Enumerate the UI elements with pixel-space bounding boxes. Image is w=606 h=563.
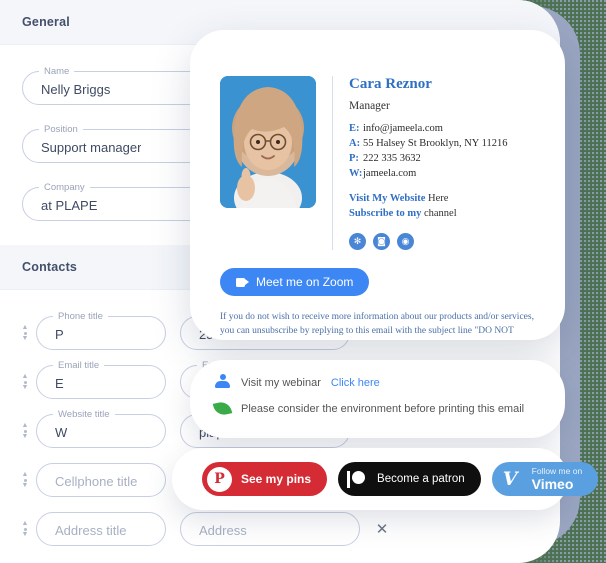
address-value-input[interactable]: Address [180,512,360,546]
meet-me-on-zoom-label: Meet me on Zoom [256,275,354,289]
cellphone-title-input[interactable]: Cellphone title [36,463,166,497]
tripadvisor-icon[interactable]: ◉ [397,233,414,250]
instagram-icon[interactable]: ◙ [373,233,390,250]
webinar-click-here-link[interactable]: Click here [331,377,380,389]
signature-divider [332,76,333,250]
subscribe-channel-link[interactable]: Subscribe to my [349,208,421,219]
company-field-value: at PLAPE [41,197,98,213]
banner-preview-card: Visit my webinar Click here Please consi… [190,360,565,438]
website-title-value: W [55,424,68,440]
signature-disclaimer: If you do not wish to receive more infor… [220,312,534,336]
website-title-input[interactable]: Website title W [36,408,166,448]
reorder-handle-icon[interactable]: ▲ ▼ [14,466,36,494]
signature-phone-value: 222 335 3632 [363,153,421,164]
webinar-text: Visit my webinar [241,376,321,389]
subscribe-channel-suffix: channel [423,208,457,219]
cellphone-title-placeholder: Cellphone title [55,473,138,489]
signature-name: Cara Reznor [349,76,432,92]
signature-address-value: 55 Halsey St Brooklyn, NY 11216 [363,138,508,149]
visit-website-link[interactable]: Visit My Website [349,193,425,204]
eco-banner-row: Please consider the environment before p… [212,400,565,417]
signature-contact-line: W:jameela.com [349,166,507,181]
pinterest-label: See my pins [241,472,312,486]
address-title-placeholder: Address title [55,522,127,538]
remove-contact-icon[interactable]: ✕ [370,517,394,541]
vimeo-small-label: Follow me on [531,465,583,476]
signature-address-key: A: [349,138,361,149]
webinar-banner-row: Visit my webinar Click here [214,374,565,391]
signature-email-value: info@jameela.com [363,123,443,134]
reorder-handle-icon[interactable]: ▲ ▼ [14,515,36,543]
signature-email-key: E: [349,123,360,134]
leaf-icon [212,400,233,417]
signature-role: Manager [349,100,390,112]
webinar-person-icon [214,374,231,391]
reorder-handle-icon[interactable]: ▲ ▼ [14,368,36,396]
general-section-title: General [22,15,70,29]
pinterest-icon: P [207,466,232,492]
patreon-button[interactable]: Become a patron [338,462,481,496]
yelp-icon[interactable]: ✻ [349,233,366,250]
contact-row: ▲ ▼ Address title Address ✕ [0,512,560,546]
visit-website-suffix: Here [428,193,449,204]
name-field-value: Nelly Briggs [41,81,111,97]
signature-links: Visit My Website Here Subscribe to my ch… [349,191,507,221]
pinterest-button[interactable]: P See my pins [202,462,328,496]
patreon-label: Become a patron [377,473,465,485]
vimeo-button[interactable]: V Follow me on Vimeo [491,462,599,496]
patreon-icon [343,467,368,492]
signature-web-value: jameela.com [363,168,417,179]
signature-contact-line: A: 55 Halsey St Brooklyn, NY 11216 [349,136,507,151]
address-title-input[interactable]: Address title [36,512,166,546]
meet-me-on-zoom-button[interactable]: Meet me on Zoom [220,268,370,296]
phone-title-value: P [55,326,64,342]
social-buttons-card: P See my pins Become a patron V Follow m… [172,448,599,510]
video-camera-icon [236,277,249,287]
avatar [220,76,316,208]
vimeo-icon: V [502,468,518,490]
address-value-placeholder: Address [199,522,247,538]
contacts-section-title: Contacts [22,260,78,274]
reorder-handle-icon[interactable]: ▲ ▼ [14,319,36,347]
signature-preview-card: Cara Reznor Manager E: info@jameela.com A… [190,30,565,340]
signature-contact-line: E: info@jameela.com [349,121,507,136]
reorder-handle-icon[interactable]: ▲ ▼ [14,417,36,445]
signature-contact-line: P: 222 335 3632 [349,151,507,166]
signature-social-icons: ✻ ◙ ◉ [349,233,507,250]
phone-title-input[interactable]: Phone title P [36,310,166,350]
email-title-value: E [55,375,64,391]
eco-text: Please consider the environment before p… [241,402,525,415]
email-title-input[interactable]: Email title E [36,359,166,399]
vimeo-big-label: Vimeo [531,476,574,493]
signature-phone-key: P: [349,153,359,164]
signature-web-key: W: [349,168,363,179]
position-field-value: Support manager [41,139,142,155]
